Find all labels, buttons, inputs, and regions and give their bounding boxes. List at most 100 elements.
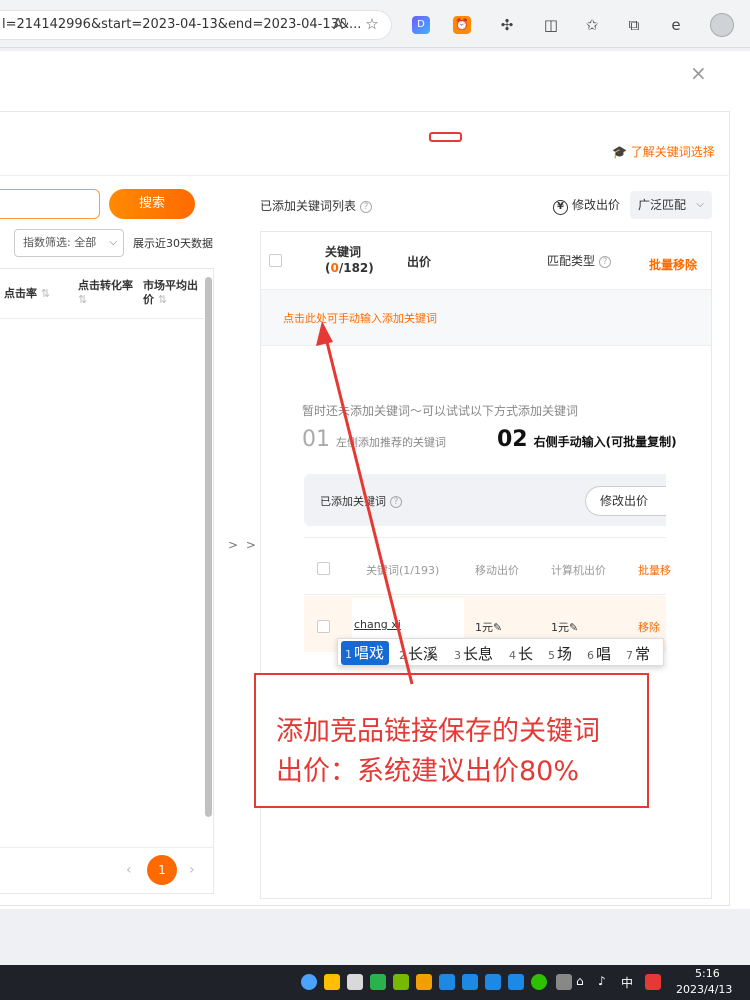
- manual-input-row[interactable]: 点击此处可手动输入添加关键词: [261, 290, 711, 346]
- help-icon[interactable]: ?: [360, 200, 373, 213]
- transfer-arrow[interactable]: > >: [228, 538, 258, 552]
- annotation-box: 添加竞品链接保存的关键词 出价：系统建议出价80%: [254, 673, 649, 808]
- column-price: 出价: [407, 255, 432, 269]
- example-column-keyword: 关键词(1/193): [366, 564, 440, 577]
- clock-date[interactable]: 2023/4/13: [676, 983, 732, 996]
- example-table-header: 关键词(1/193) 移动出价 计算机出价 批量移: [304, 537, 671, 595]
- page-area: × 🎓 了解关键词选择 搜索 指数筛选: 全部 ⌵ 展示近30天数据 点击率 ⇅…: [0, 48, 750, 965]
- ime-candidate-6[interactable]: 6唱: [587, 643, 611, 664]
- ime-candidate-4[interactable]: 4长: [509, 643, 533, 664]
- example-remove: 移除: [638, 621, 660, 634]
- empty-tip: 暂时还未添加关键词～可以试试以下方式添加关键词: [302, 404, 579, 418]
- ime-candidate-7[interactable]: 7常: [626, 643, 650, 664]
- app-tray-icon[interactable]: [324, 974, 340, 990]
- weather-icon[interactable]: [301, 974, 317, 990]
- added-keyword-list-title: 已添加关键词列表?: [260, 197, 373, 214]
- puzzle-extensions-icon[interactable]: ✣: [496, 14, 518, 36]
- read-aloud-icon[interactable]: A⁾: [330, 14, 350, 34]
- volume-icon[interactable]: ♪: [598, 974, 606, 988]
- browser-toolbar: l=214142996&start=2023-04-13&end=2023-04…: [0, 0, 750, 48]
- ime-candidate-bar[interactable]: 1 唱戏 2 长溪 3 长息 4长 5场 6唱 7常: [337, 638, 664, 666]
- modify-price-button[interactable]: ¥ 修改出价: [553, 196, 620, 215]
- favorites-icon[interactable]: ✩: [581, 14, 603, 36]
- tray-icon[interactable]: [347, 974, 363, 990]
- column-conversion-rate[interactable]: 点击转化率 ⇅: [78, 279, 133, 307]
- clock-time[interactable]: 5:16: [695, 967, 720, 980]
- ime-candidate-1[interactable]: 1 唱戏: [341, 641, 389, 665]
- header-divider: [0, 175, 730, 176]
- sort-icon[interactable]: ⇅: [158, 293, 167, 306]
- chevron-down-icon: ⌵: [109, 237, 117, 248]
- keyword-search-input[interactable]: [0, 189, 100, 219]
- manual-input-link[interactable]: 点击此处可手动输入添加关键词: [283, 310, 437, 326]
- step-2: 02 右侧手动输入(可批量复制): [497, 427, 677, 452]
- recommended-keyword-table: 点击率 ⇅ 点击转化率 ⇅ 市场平均出价 ⇅ ‹ 1 ›: [0, 268, 214, 894]
- highlight-marker: [429, 132, 462, 142]
- split-screen-icon[interactable]: ◫: [540, 14, 562, 36]
- sort-icon[interactable]: ⇅: [78, 293, 87, 306]
- scrollbar[interactable]: [205, 277, 212, 817]
- pagination-next[interactable]: ›: [189, 862, 195, 878]
- taskbar: ⌂ ♪ 中 5:16 2023/4/13: [0, 965, 750, 1000]
- sort-icon[interactable]: ⇅: [41, 287, 50, 300]
- shield-icon[interactable]: [416, 974, 432, 990]
- annotation-line-1: 添加竞品链接保存的关键词: [276, 716, 600, 747]
- wechat-icon[interactable]: [531, 974, 547, 990]
- sogou-ime-icon[interactable]: [645, 974, 661, 990]
- column-market-avg-price[interactable]: 市场平均出价 ⇅: [143, 279, 198, 307]
- example-column-mobile-price: 移动出价: [475, 564, 519, 577]
- example-card: 已添加关键词? 修改出价: [304, 474, 666, 526]
- app-icon[interactable]: [485, 974, 501, 990]
- app-icon[interactable]: [508, 974, 524, 990]
- extension-alarm-icon[interactable]: ⏰: [453, 16, 471, 34]
- step-1: 01 左侧添加推荐的关键词: [302, 427, 446, 452]
- example-column-pc-price: 计算机出价: [551, 564, 606, 577]
- ime-candidate-3[interactable]: 3 长息: [454, 643, 493, 664]
- example-row-checkbox: [317, 620, 330, 633]
- yen-icon: ¥: [553, 200, 568, 215]
- app-icon[interactable]: [439, 974, 455, 990]
- help-icon[interactable]: ?: [599, 255, 612, 268]
- ime-candidate-5[interactable]: 5场: [548, 643, 572, 664]
- example-card-title: 已添加关键词?: [320, 493, 402, 509]
- extension-icon[interactable]: D: [412, 16, 430, 34]
- network-icon[interactable]: ⌂: [576, 974, 584, 988]
- column-click-rate[interactable]: 点击率 ⇅: [4, 287, 50, 301]
- example-checkbox: [317, 562, 330, 575]
- pagination-page-1[interactable]: 1: [147, 855, 177, 885]
- match-select-label: 广泛匹配: [638, 198, 687, 212]
- learn-keyword-link[interactable]: 🎓 了解关键词选择: [612, 143, 715, 160]
- table-header: 关键词 (0/182) 出价 匹配类型? 批量移除: [261, 232, 711, 290]
- example-column-batch: 批量移: [638, 564, 671, 577]
- annotation-line-2: 出价：系统建议出价80%: [276, 756, 580, 787]
- profile-avatar[interactable]: [710, 13, 734, 37]
- pagination-prev[interactable]: ‹: [126, 862, 132, 878]
- batch-remove-button[interactable]: 批量移除: [649, 256, 697, 273]
- chevron-down-icon: ⌵: [696, 199, 704, 210]
- search-button[interactable]: 搜索: [109, 189, 195, 219]
- tray-icon[interactable]: [556, 974, 572, 990]
- keyword-modal: × 🎓 了解关键词选择 搜索 指数筛选: 全部 ⌵ 展示近30天数据 点击率 ⇅…: [0, 51, 750, 909]
- favorite-star-icon[interactable]: ☆: [362, 14, 382, 34]
- column-match-type: 匹配类型?: [547, 253, 612, 269]
- footer-divider: [0, 847, 214, 848]
- example-pc-price: 1元✎: [551, 621, 579, 634]
- tray-icon[interactable]: [370, 974, 386, 990]
- example-keyword-text: chang xi: [354, 618, 401, 631]
- example-mobile-price: 1元✎: [475, 621, 503, 634]
- nvidia-icon[interactable]: [393, 974, 409, 990]
- example-modify-price-button: 修改出价: [585, 486, 666, 516]
- collections-icon[interactable]: ⧉: [623, 14, 645, 36]
- column-keyword: 关键词 (0/182): [325, 245, 374, 275]
- data-range-text: 展示近30天数据: [133, 237, 213, 250]
- index-filter-select[interactable]: 指数筛选: 全部 ⌵: [14, 229, 124, 257]
- app-icon[interactable]: [462, 974, 478, 990]
- ime-candidate-2[interactable]: 2 长溪: [399, 643, 438, 664]
- filter-select-label: 指数筛选: 全部: [23, 236, 97, 249]
- help-icon: ?: [390, 496, 402, 508]
- browser-essentials-icon[interactable]: e: [665, 14, 687, 36]
- match-type-select[interactable]: 广泛匹配 ⌵: [630, 191, 712, 219]
- close-icon[interactable]: ×: [690, 61, 707, 85]
- ime-mode-indicator[interactable]: 中: [621, 974, 633, 991]
- select-all-checkbox[interactable]: [269, 254, 282, 267]
